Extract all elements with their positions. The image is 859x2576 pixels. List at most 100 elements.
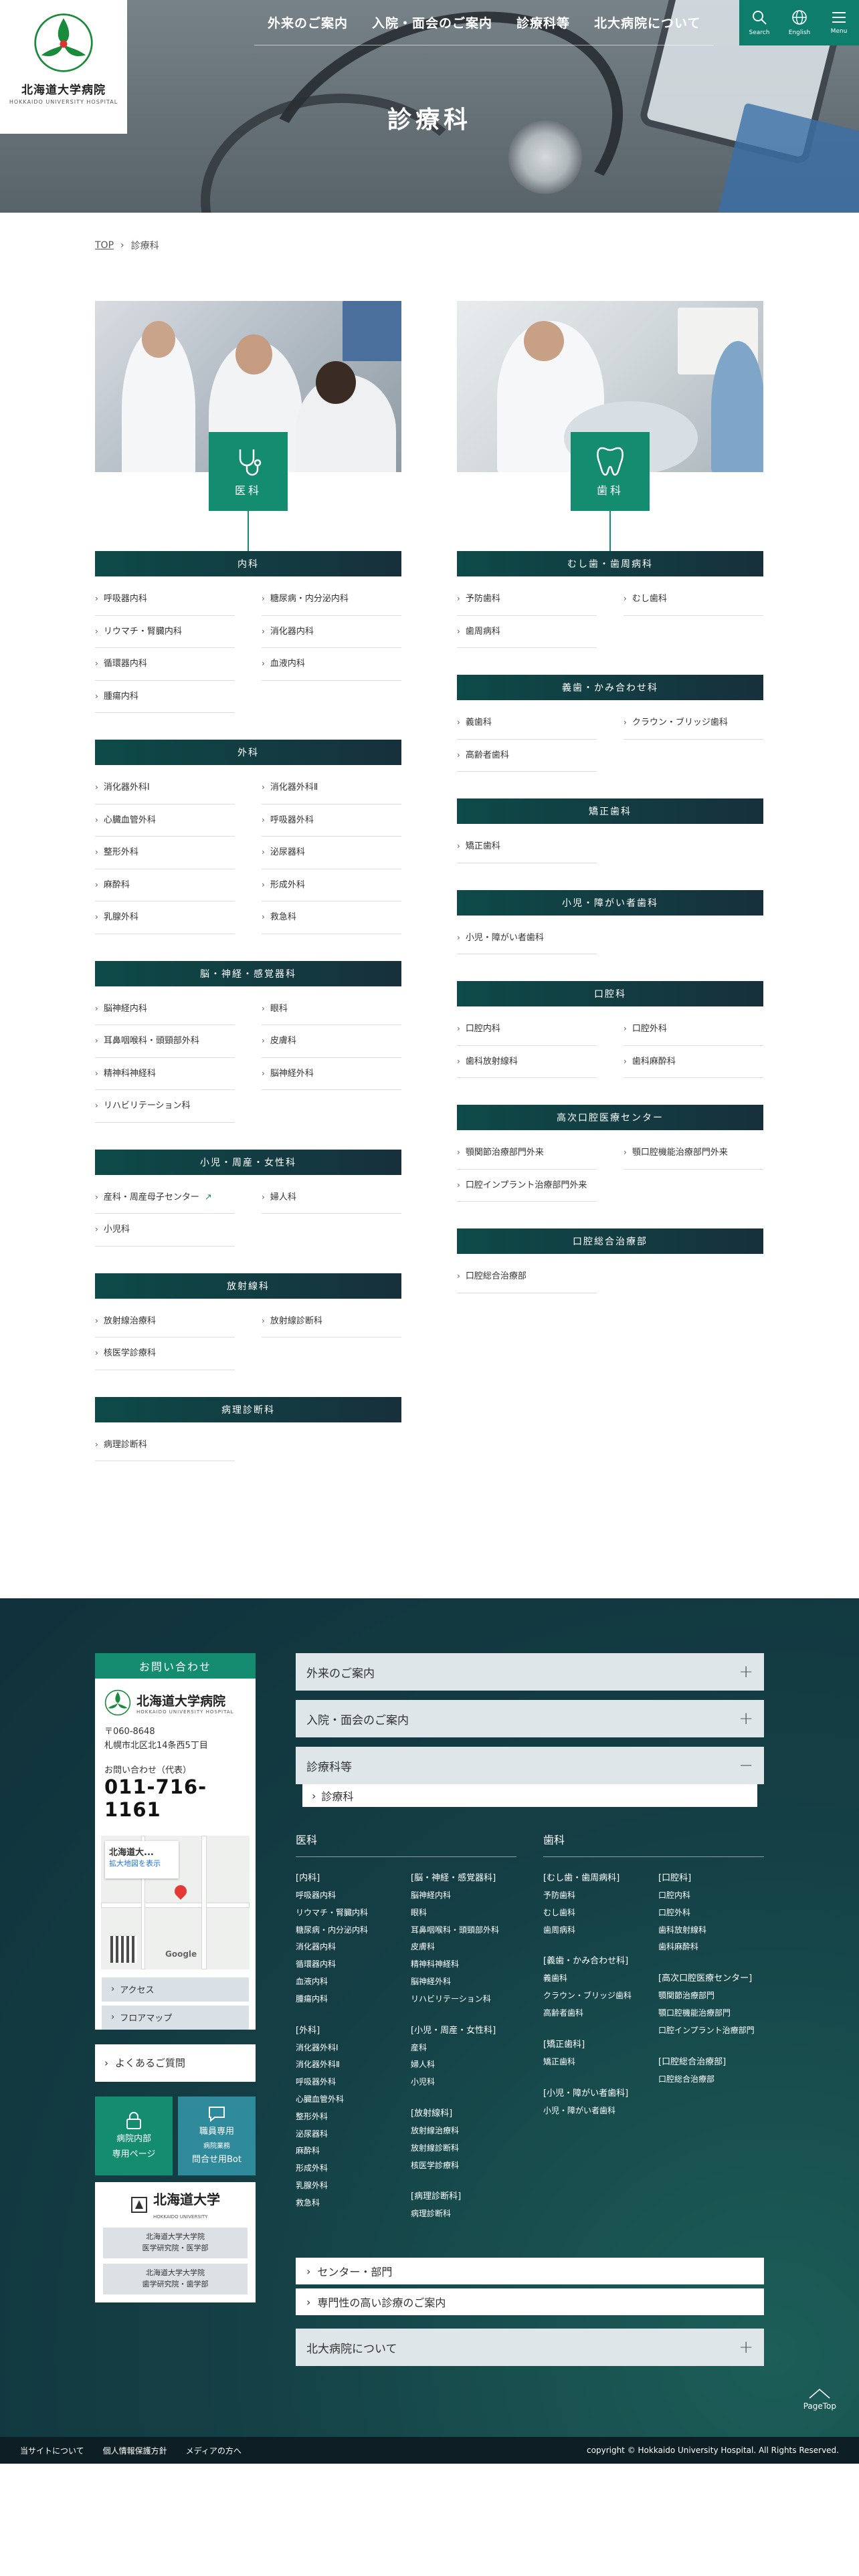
accordion-inpatient[interactable]: 入院・面会のご案内 + (296, 1700, 764, 1737)
dept-link[interactable]: › 産科・周産母子センター ↗ (95, 1182, 235, 1214)
mega-link[interactable]: 腫瘍内科 (296, 1991, 401, 2008)
dept-link[interactable]: › 歯科麻酔科 (624, 1046, 763, 1078)
page-top-button[interactable]: PageTop (803, 2387, 836, 2411)
dept-link[interactable]: › リハビリテーション科 (95, 1090, 235, 1123)
mega-link[interactable]: 口腔内科 (658, 1887, 764, 1905)
dept-link[interactable]: › 循環器内科 (95, 648, 235, 681)
university-logo[interactable]: 北海道大学 HOKKAIDO UNIVERSITY (103, 2189, 248, 2221)
dept-link[interactable]: › むし歯科 (624, 583, 763, 616)
dept-link[interactable]: › 口腔インプラント治療部門外来 (457, 1170, 597, 1202)
specialized-care-link[interactable]: › 専門性の高い診療のご案内 (296, 2288, 764, 2316)
dept-link[interactable]: › 口腔内科 (457, 1013, 597, 1046)
nav-inpatient[interactable]: 入院・面会のご案内 (372, 13, 492, 31)
mega-link[interactable]: 呼吸器内科 (296, 1887, 401, 1905)
map-enlarge-link[interactable]: 拡大地図を表示 (109, 1859, 161, 1868)
dept-link[interactable]: › 消化器内科 (262, 616, 401, 648)
dept-link[interactable]: › 脳神経内科 (95, 993, 235, 1025)
mega-link[interactable]: 歯科放射線科 (658, 1922, 764, 1939)
dept-link[interactable]: › 形成外科 (262, 869, 401, 901)
dept-link[interactable]: › 呼吸器外科 (262, 804, 401, 837)
dept-link[interactable]: › 泌尿器科 (262, 837, 401, 869)
dept-link[interactable]: › 顎口腔機能治療部門外来 (624, 1137, 763, 1170)
mega-link[interactable]: 産科 (411, 2040, 516, 2057)
dept-link[interactable]: › 放射線治療科 (95, 1305, 235, 1337)
dept-link[interactable]: › クラウン・ブリッジ歯科 (624, 707, 763, 740)
menu-button[interactable]: Menu (819, 0, 859, 45)
mega-link[interactable]: 麻酔科 (296, 2143, 401, 2160)
mega-link[interactable]: 耳鼻咽喉科・頭頸部外科 (411, 1922, 516, 1939)
mega-link[interactable]: 歯科麻酔科 (658, 1939, 764, 1956)
dept-link[interactable]: › 眼科 (262, 993, 401, 1025)
dept-link[interactable]: › 耳鼻咽喉科・頭頸部外科 (95, 1025, 235, 1058)
dept-link[interactable]: › 腫瘍内科 (95, 681, 235, 713)
mega-link[interactable]: 皮膚科 (411, 1939, 516, 1956)
mega-link[interactable]: 小児科 (411, 2074, 516, 2091)
access-link[interactable]: › アクセス (102, 1977, 249, 2002)
mega-link[interactable]: 形成外科 (296, 2160, 401, 2177)
dept-link[interactable]: › 病理診断科 (95, 1429, 235, 1461)
dept-link[interactable]: › 血液内科 (262, 648, 401, 681)
dept-link[interactable]: › 予防歯科 (457, 583, 597, 616)
google-map[interactable]: 北海道大... 拡大地図を表示 Google (101, 1835, 250, 1969)
dept-link[interactable]: › 矯正歯科 (457, 831, 597, 863)
accordion-about[interactable]: 北大病院について + (296, 2329, 764, 2367)
dept-link[interactable]: › 核医学診療科 (95, 1337, 235, 1370)
dept-link[interactable]: › 小児科 (95, 1214, 235, 1247)
mega-link[interactable]: 泌尿器科 (296, 2126, 401, 2143)
mega-link[interactable]: 義歯科 (543, 1970, 649, 1988)
mega-link[interactable]: クラウン・ブリッジ歯科 (543, 1988, 649, 2005)
dept-link[interactable]: › 脳神経外科 (262, 1058, 401, 1090)
dept-link[interactable]: › リウマチ・腎臓内科 (95, 616, 235, 648)
mega-link[interactable]: 口腔総合治療部 (658, 2071, 764, 2088)
faq-link[interactable]: › よくあるご質問 (95, 2044, 256, 2082)
mega-link[interactable]: 脳神経内科 (411, 1887, 516, 1905)
mega-link[interactable]: 救急科 (296, 2195, 401, 2212)
mega-link[interactable]: 顎口腔機能治療部門 (658, 2005, 764, 2022)
dept-link[interactable]: › 整形外科 (95, 837, 235, 869)
dept-link[interactable]: › 精神科神経科 (95, 1058, 235, 1090)
mega-link[interactable]: むし歯科 (543, 1905, 649, 1922)
breadcrumb-top-link[interactable]: TOP (95, 240, 114, 251)
dept-link[interactable]: › 義歯科 (457, 707, 597, 740)
dept-link[interactable]: › 麻酔科 (95, 869, 235, 901)
dept-link[interactable]: › 呼吸器内科 (95, 583, 235, 616)
dept-link[interactable]: › 乳腺外科 (95, 901, 235, 934)
floor-map-link[interactable]: › フロアマップ (102, 2005, 249, 2030)
mega-link[interactable]: 消化器外科Ⅰ (296, 2040, 401, 2057)
dept-link[interactable]: › 歯科放射線科 (457, 1046, 597, 1078)
mega-link[interactable]: 婦人科 (411, 2056, 516, 2074)
mega-link[interactable]: 予防歯科 (543, 1887, 649, 1905)
dept-link[interactable]: › 消化器外科Ⅰ (95, 772, 235, 804)
mega-link[interactable]: 顎関節治療部門 (658, 1988, 764, 2005)
mega-link[interactable]: 歯周病科 (543, 1922, 649, 1939)
mega-link[interactable]: 矯正歯科 (543, 2054, 649, 2071)
nav-departments[interactable]: 診療科等 (516, 13, 570, 31)
mega-link[interactable]: 眼科 (411, 1905, 516, 1922)
staff-bot-button[interactable]: 職員専用 病院業務 問合せ用Bot (178, 2096, 256, 2175)
mega-link[interactable]: 整形外科 (296, 2109, 401, 2126)
dept-link[interactable]: › 心臓血管外科 (95, 804, 235, 837)
mega-link[interactable]: 呼吸器外科 (296, 2074, 401, 2091)
mega-link[interactable]: 核医学診療科 (411, 2157, 516, 2175)
accordion-departments[interactable]: 診療科等 − (296, 1747, 764, 1784)
mega-link[interactable]: 循環器内科 (296, 1956, 401, 1973)
departments-sublink[interactable]: › 診療科 (302, 1784, 757, 1807)
mega-link[interactable]: 消化器外科Ⅱ (296, 2056, 401, 2074)
dept-link[interactable]: › 口腔総合治療部 (457, 1261, 597, 1293)
dept-link[interactable]: › 顎関節治療部門外来 (457, 1137, 597, 1170)
mega-link[interactable]: 放射線診断科 (411, 2140, 516, 2157)
mega-link[interactable]: リウマチ・腎臓内科 (296, 1905, 401, 1922)
media-link[interactable]: メディアの方へ (186, 2445, 242, 2456)
dept-link[interactable]: › 放射線診断科 (262, 1305, 401, 1337)
mega-link[interactable]: 乳腺外科 (296, 2177, 401, 2195)
faculty-medicine-link[interactable]: 北海道大学大学院 医学研究院・医学部 (103, 2227, 248, 2258)
mega-link[interactable]: 脳神経外科 (411, 1973, 516, 1991)
mega-link[interactable]: 糖尿病・内分泌内科 (296, 1922, 401, 1939)
mega-link[interactable]: 口腔インプラント治療部門 (658, 2022, 764, 2040)
dept-link[interactable]: › 消化器外科Ⅱ (262, 772, 401, 804)
mega-link[interactable]: リハビリテーション科 (411, 1991, 516, 2008)
mega-link[interactable]: 心臓血管外科 (296, 2091, 401, 2109)
privacy-link[interactable]: 個人情報保護方針 (103, 2445, 167, 2456)
dept-link[interactable]: › 歯周病科 (457, 616, 597, 648)
mega-link[interactable]: 精神科神経科 (411, 1956, 516, 1973)
